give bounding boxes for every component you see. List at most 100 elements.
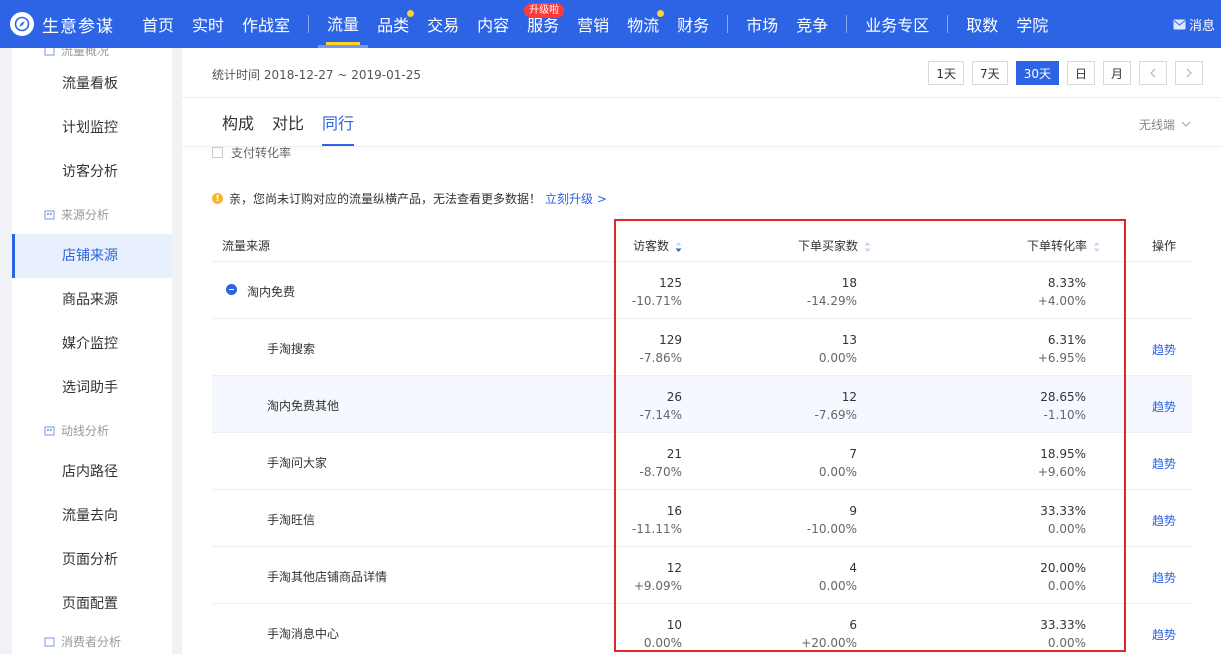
nav-logistics[interactable]: 物流: [618, 0, 668, 48]
nav-market[interactable]: 市场: [737, 0, 787, 48]
trend-link[interactable]: 趋势: [1152, 512, 1176, 529]
top-nav: 生意参谋 首页 实时 作战室 流量 品类 交易 内容 服务 升级啦 营销 物流 财…: [0, 0, 1221, 48]
sidebar-item-store-path[interactable]: 店内路径: [12, 450, 172, 494]
device-select[interactable]: 无线端: [1139, 116, 1191, 133]
buyers-change: 0.00%: [818, 579, 857, 593]
row-visitors: 26 -7.14%: [640, 388, 682, 424]
rate-change: +9.60%: [1037, 465, 1086, 479]
row-buyers: 18 -14.29%: [807, 274, 857, 310]
tab-composition[interactable]: 构成: [222, 110, 254, 146]
row-source: 手淘其他店铺商品详情: [267, 570, 388, 584]
header-buyers-label: 下单买家数: [797, 239, 858, 253]
rate-change: +6.95%: [1037, 351, 1086, 365]
buyers-value: 7: [849, 447, 857, 461]
range-day-button[interactable]: 日: [1066, 61, 1095, 85]
header-source: 流量来源: [222, 239, 271, 253]
rate-change: 0.00%: [1047, 522, 1086, 536]
stat-date-range: 统计时间 2018-12-27 ~ 2019-01-25: [212, 68, 421, 82]
visitors-change: -10.71%: [631, 294, 682, 308]
buyers-change: 0.00%: [818, 465, 857, 479]
trend-link[interactable]: 趋势: [1152, 398, 1176, 415]
main-panel: 统计时间 2018-12-27 ~ 2019-01-25 1天 7天 30天 日…: [182, 48, 1221, 654]
trend-link[interactable]: 趋势: [1152, 569, 1176, 586]
sidebar-item-shop-source[interactable]: 店铺来源: [12, 234, 172, 278]
nav-category[interactable]: 品类: [368, 0, 418, 48]
collapse-icon[interactable]: [226, 284, 237, 295]
row-visitors: 129 -7.86%: [640, 331, 682, 367]
nav-realtime[interactable]: 实时: [183, 0, 233, 48]
row-rate: 8.33% +4.00%: [1038, 274, 1086, 310]
trend-link[interactable]: 趋势: [1152, 626, 1176, 643]
row-buyers: 4 0.00%: [819, 559, 857, 595]
header-buyers-sort[interactable]: 下单买家数: [798, 237, 871, 254]
next-period-button[interactable]: [1175, 61, 1203, 85]
prev-period-button[interactable]: [1139, 61, 1167, 85]
tab-peers[interactable]: 同行: [322, 110, 355, 146]
sidebar-item-traffic-board[interactable]: 流量看板: [12, 62, 172, 106]
rate-change: 0.00%: [1047, 636, 1086, 650]
row-buyers: 12 -7.69%: [815, 388, 857, 424]
nav-separator: [727, 15, 729, 33]
rate-value: 33.33%: [1040, 504, 1086, 518]
buyers-change: -10.00%: [806, 522, 857, 536]
buyers-value: 4: [849, 561, 857, 575]
sidebar-item-traffic-outflow[interactable]: 流量去向: [12, 494, 172, 538]
nav-competition[interactable]: 竞争: [787, 0, 837, 48]
sidebar-item-page-analysis[interactable]: 页面分析: [12, 538, 172, 582]
header-visitors-sort[interactable]: 访客数: [633, 237, 682, 254]
trend-link[interactable]: 趋势: [1152, 455, 1176, 472]
sidebar-item-visitor-analysis[interactable]: 访客分析: [12, 150, 172, 194]
sidebar-group-label: 动线分析: [61, 423, 110, 438]
trend-link[interactable]: 趋势: [1152, 341, 1176, 358]
upgrade-notice: ! 亲，您尚未订购对应的流量纵横产品，无法查看更多数据！ 立刻升级 >: [212, 190, 607, 207]
sidebar-group-label: 来源分析: [61, 207, 110, 222]
sidebar-item-product-source[interactable]: 商品来源: [12, 278, 172, 322]
sidebar-item-plan-monitor[interactable]: 计划监控: [12, 106, 172, 150]
range-30day-button[interactable]: 30天: [1015, 61, 1059, 85]
sidebar-item-page-config[interactable]: 页面配置: [12, 582, 172, 626]
nav-business-zone[interactable]: 业务专区: [856, 0, 938, 48]
nav-content[interactable]: 内容: [468, 0, 518, 48]
header-rate-sort[interactable]: 下单转化率: [1027, 237, 1100, 254]
visitors-value: 125: [659, 276, 682, 290]
nav-finance[interactable]: 财务: [668, 0, 718, 48]
nav-academy[interactable]: 学院: [1007, 0, 1057, 48]
nav-trade[interactable]: 交易: [418, 0, 468, 48]
nav-traffic-label: 流量: [327, 14, 360, 34]
range-7day-button[interactable]: 7天: [972, 61, 1008, 85]
messages-link[interactable]: 消息: [1173, 0, 1215, 48]
visitors-change: -7.86%: [639, 351, 682, 365]
sidebar-group-overview: 流量概况: [12, 48, 172, 60]
rate-change: -1.10%: [1043, 408, 1086, 422]
sidebar-item-media-monitor[interactable]: 媒介监控: [12, 322, 172, 366]
row-rate: 20.00% 0.00%: [1040, 559, 1086, 595]
visitors-change: +9.09%: [633, 579, 682, 593]
row-source: 手淘旺信: [267, 513, 316, 527]
upgrade-link[interactable]: 立刻升级 >: [545, 190, 607, 207]
table-row: 手淘其他店铺商品详情 12 +9.09% 4 0.00% 20.00% 0.00% 趋…: [212, 547, 1192, 604]
brand[interactable]: 生意参谋: [0, 12, 133, 37]
tab-compare[interactable]: 对比: [272, 110, 304, 146]
row-visitors: 21 -8.70%: [640, 445, 682, 481]
row-source: 手淘问大家: [267, 456, 328, 470]
range-month-button[interactable]: 月: [1102, 61, 1131, 85]
sidebar-item-keyword-helper[interactable]: 选词助手: [12, 366, 172, 410]
notice-text: 亲，您尚未订购对应的流量纵横产品，无法查看更多数据！: [229, 192, 542, 206]
nav-service[interactable]: 服务 升级啦: [518, 0, 568, 48]
buyers-value: 9: [849, 504, 857, 518]
range-1day-button[interactable]: 1天: [928, 61, 965, 85]
new-dot-icon: [657, 10, 665, 17]
visitors-value: 21: [666, 447, 682, 461]
nav-fetch-data[interactable]: 取数: [957, 0, 1007, 48]
nav-traffic[interactable]: 流量: [318, 0, 369, 48]
nav-warroom[interactable]: 作战室: [233, 0, 299, 48]
nav-home[interactable]: 首页: [133, 0, 183, 48]
chevron-left-icon: [1150, 68, 1156, 78]
row-source: 手淘消息中心: [267, 627, 340, 641]
sidebar-group-consumer: 消费者分析: [12, 626, 172, 654]
row-rate: 33.33% 0.00%: [1040, 616, 1086, 652]
header-visitors-label: 访客数: [632, 239, 669, 253]
nav-marketing[interactable]: 营销: [568, 0, 618, 48]
table-row: 手淘旺信 16 -11.11% 9 -10.00% 33.33% 0.00% 趋势: [212, 490, 1192, 547]
table-row: 手淘问大家 21 -8.70% 7 0.00% 18.95% +9.60% 趋势: [212, 433, 1192, 490]
